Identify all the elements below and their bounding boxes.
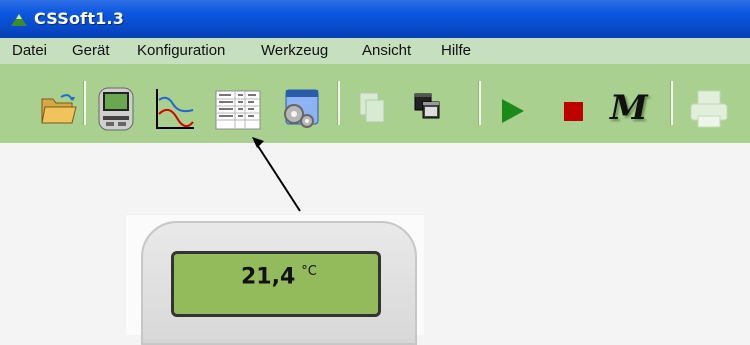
toolbar-separator — [670, 81, 673, 125]
toolbar-separator — [478, 81, 481, 125]
line-chart-icon[interactable] — [153, 86, 197, 132]
windows-icon[interactable] — [412, 90, 442, 126]
copy-icon — [359, 92, 385, 123]
data-table-icon[interactable] — [215, 90, 261, 130]
temperature-value: 21,4 — [241, 264, 296, 290]
toolbar-separator — [337, 81, 340, 125]
menu-konfiguration[interactable]: Konfiguration — [137, 42, 225, 59]
menu-datei[interactable]: Datei — [12, 42, 47, 59]
app-icon — [11, 14, 27, 26]
settings-gears-icon[interactable] — [276, 86, 322, 132]
m-label: M — [610, 88, 648, 128]
arrow-annotation — [252, 137, 301, 212]
open-folder-icon[interactable] — [39, 89, 77, 129]
device-icon[interactable] — [97, 86, 135, 132]
menu-bar: Datei Gerät Konfiguration Werkzeug Ansic… — [0, 38, 750, 65]
device-reading: 21,4 °C — [241, 264, 317, 289]
window-title: CSSoft1.3 — [34, 9, 125, 28]
printer-icon — [690, 90, 728, 128]
toolbar-separator — [83, 81, 86, 125]
menu-werkzeug[interactable]: Werkzeug — [261, 42, 328, 59]
menu-hilfe[interactable]: Hilfe — [441, 42, 471, 59]
temperature-unit: °C — [301, 264, 317, 279]
stop-icon[interactable] — [563, 101, 584, 122]
menu-geraet[interactable]: Gerät — [72, 42, 110, 59]
menu-ansicht[interactable]: Ansicht — [362, 42, 411, 59]
m-icon[interactable]: M — [603, 86, 658, 132]
title-bar: CSSoft1.3 — [0, 0, 750, 38]
play-icon[interactable] — [500, 98, 526, 124]
